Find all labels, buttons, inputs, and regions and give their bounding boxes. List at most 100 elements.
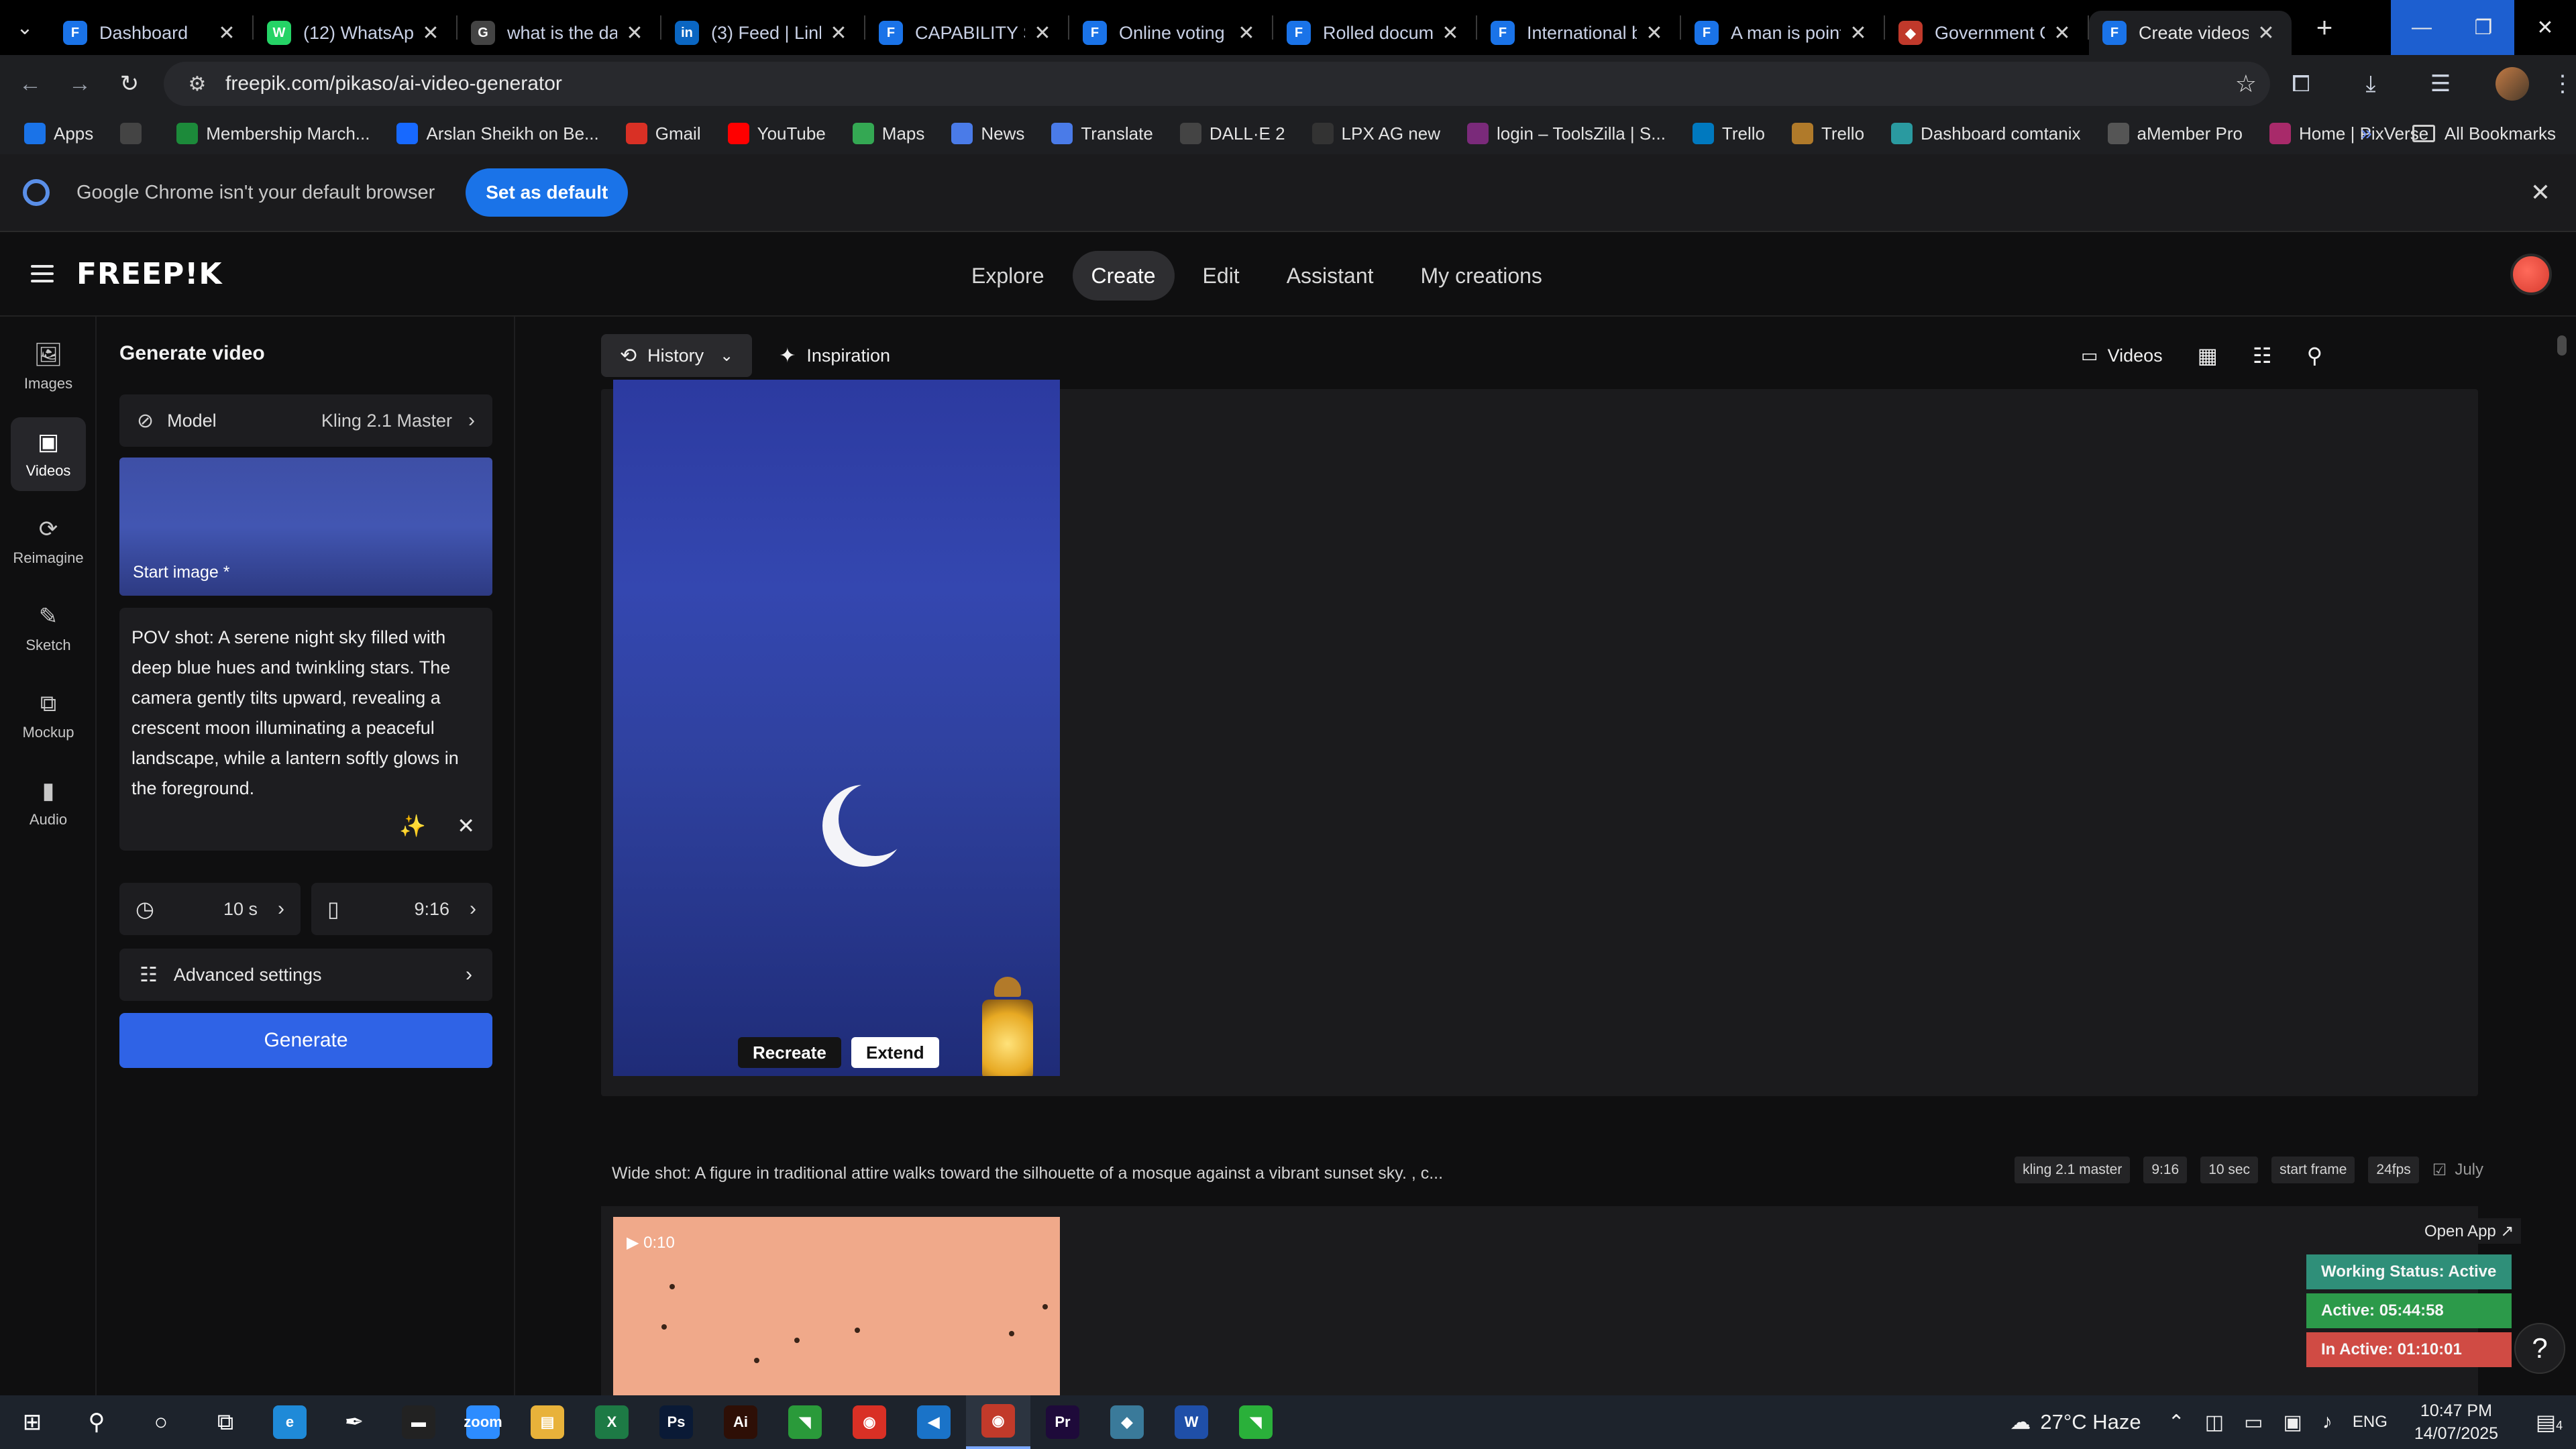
downloads-icon[interactable]: ⤓ [2336, 71, 2406, 97]
tab-close-icon[interactable]: ✕ [1234, 21, 1258, 45]
volume-icon[interactable]: ♪ [2322, 1411, 2332, 1434]
bookmark-item[interactable]: Trello [1692, 123, 1765, 144]
vscode-icon[interactable]: ◀ [902, 1395, 966, 1449]
tab-close-icon[interactable]: ✕ [1846, 21, 1870, 45]
videos-filter[interactable]: ▭ Videos [2081, 345, 2163, 366]
browser-tab[interactable]: F Dashboard ✕ [50, 11, 252, 55]
user-avatar[interactable] [2510, 254, 2552, 295]
prompt-text[interactable]: POV shot: A serene night sky filled with… [131, 623, 480, 804]
restore-button[interactable]: ❐ [2453, 0, 2514, 55]
word-icon[interactable]: W [1159, 1395, 1224, 1449]
reload-button[interactable]: ↻ [105, 59, 154, 109]
open-app-button[interactable]: Open App ↗ [2418, 1218, 2521, 1244]
browser-tab[interactable]: W (12) WhatsApp ✕ [254, 11, 456, 55]
chevron-up-icon[interactable]: ⌃ [2168, 1411, 2185, 1434]
camtasia-icon[interactable]: ◥ [773, 1395, 837, 1449]
bookmarks-more-icon[interactable]: » [2361, 122, 2372, 145]
result-prompt[interactable]: Wide shot: A figure in traditional attir… [612, 1164, 1443, 1183]
close-window-button[interactable]: ✕ [2514, 0, 2576, 55]
scrollbar-thumb[interactable] [2557, 335, 2567, 356]
nav-explore[interactable]: Explore [953, 251, 1063, 301]
rail-item-reimagine[interactable]: ⟳ Reimagine [11, 504, 86, 578]
browser-tab[interactable]: F A man is point ✕ [1681, 11, 1884, 55]
video-result-thumbnail[interactable]: Recreate Extend [613, 380, 1060, 1076]
browser-tab[interactable]: Gwhat is the dat ✕ [458, 11, 660, 55]
all-bookmarks-button[interactable]: All Bookmarks [2412, 123, 2556, 144]
tab-close-icon[interactable]: ✕ [826, 21, 851, 45]
rail-item-audio[interactable]: ▮ Audio [11, 766, 86, 840]
tab-search-button[interactable]: ⌄ [0, 0, 50, 55]
nav-create[interactable]: Create [1072, 251, 1175, 301]
photoshop-icon[interactable]: Ps [644, 1395, 708, 1449]
bookmark-item[interactable]: Apps [24, 123, 93, 144]
app-icon[interactable]: ◆ [1095, 1395, 1159, 1449]
start-image-thumbnail[interactable]: Start image * [119, 458, 492, 596]
file-explorer-icon[interactable]: ▤ [515, 1395, 580, 1449]
browser-tab[interactable]: F CAPABILITY ST✕ [865, 11, 1068, 55]
cortana-icon[interactable]: ○ [129, 1395, 193, 1449]
pen-icon[interactable]: ✒ [322, 1395, 386, 1449]
bookmark-item[interactable]: aMember Pro [2107, 123, 2243, 144]
set-as-default-button[interactable]: Set as default [466, 168, 629, 217]
back-button[interactable]: ← [5, 59, 55, 109]
bookmark-item[interactable]: News [951, 123, 1024, 144]
bookmark-item[interactable]: LPX AG new [1311, 123, 1440, 144]
chrome-icon[interactable]: ◉ [837, 1395, 902, 1449]
bookmark-item[interactable]: Gmail [625, 123, 701, 144]
search-icon[interactable]: ⚲ [2307, 343, 2322, 368]
start-button[interactable]: ⊞ [0, 1395, 64, 1449]
new-tab-button[interactable]: + [2301, 11, 2348, 44]
tab-close-icon[interactable]: ✕ [1030, 21, 1055, 45]
bookmark-item[interactable]: Arslan Sheikh on Be... [396, 123, 599, 144]
model-selector[interactable]: ⊘ Model Kling 2.1 Master › [119, 394, 492, 447]
browser-tab[interactable]: F Online voting ✕ [1069, 11, 1272, 55]
rail-item-mockup[interactable]: ⧉ Mockup [11, 679, 86, 753]
tab-close-icon[interactable]: ✕ [623, 21, 647, 45]
tab-close-icon[interactable]: ✕ [419, 21, 443, 45]
bookmark-item[interactable]: DALL·E 2 [1179, 123, 1285, 144]
infobar-close-icon[interactable]: ✕ [2530, 178, 2551, 207]
chrome-menu-icon[interactable]: ⋮ [2549, 70, 2576, 97]
history-dropdown[interactable]: ⟲ History ⌄ [601, 334, 753, 377]
help-icon[interactable]: ? [2514, 1323, 2565, 1374]
nav-edit[interactable]: Edit [1184, 251, 1258, 301]
inspiration-button[interactable]: ✦ Inspiration [779, 344, 890, 368]
forward-button[interactable]: → [55, 59, 105, 109]
browser-tab[interactable]: ◆ Government C ✕ [1885, 11, 2088, 55]
weather-widget[interactable]: ☁ 27°C Haze [2010, 1410, 2141, 1434]
bookmark-item[interactable]: Membership March... [176, 123, 370, 144]
site-info-icon[interactable]: ⚙ [184, 70, 211, 97]
excel-icon[interactable]: X [580, 1395, 644, 1449]
clock[interactable]: 10:47 PM 14/07/2025 [2414, 1399, 2498, 1445]
generate-button[interactable]: Generate [119, 1013, 492, 1068]
bookmark-item[interactable]: Maps [852, 123, 924, 144]
browser-tab[interactable]: F Create videos ✕ [2089, 11, 2292, 55]
checkbox-icon[interactable]: ☑ [2432, 1161, 2447, 1180]
bookmark-item[interactable]: YouTube [727, 123, 826, 144]
chrome-profile-icon[interactable]: ◉ [966, 1395, 1030, 1449]
bookmark-item[interactable]: Translate [1051, 123, 1153, 144]
terminal-icon[interactable]: ▬ [386, 1395, 451, 1449]
bookmark-item[interactable]: Trello [1791, 123, 1864, 144]
duration-selector[interactable]: ◷ 10 s › [119, 883, 301, 935]
bookmark-item[interactable]: Dashboard comtanix [1891, 123, 2081, 144]
hamburger-menu-icon[interactable] [31, 265, 54, 282]
magic-wand-icon[interactable]: ✨ [399, 813, 426, 839]
filter-sliders-icon[interactable]: ☷ [2253, 343, 2272, 368]
zoom-icon[interactable]: zoom [451, 1395, 515, 1449]
notification-center-icon[interactable]: ▤4 [2522, 1409, 2576, 1435]
tab-close-icon[interactable]: ✕ [1438, 21, 1462, 45]
camtasia-recorder-icon[interactable]: ◥ [1224, 1395, 1288, 1449]
video-result-thumbnail[interactable]: ▶ 0:10 [613, 1217, 1060, 1417]
reading-list-icon[interactable]: ☰ [2406, 70, 2475, 97]
advanced-settings-button[interactable]: ☷ Advanced settings › [119, 949, 492, 1001]
browser-tab[interactable]: in (3) Feed | Linke✕ [661, 11, 864, 55]
rail-item-images[interactable]: 🖼 Images [11, 330, 86, 404]
prompt-textarea[interactable]: POV shot: A serene night sky filled with… [119, 608, 492, 851]
tab-close-icon[interactable]: ✕ [2254, 21, 2278, 45]
camera-tray-icon[interactable]: ◫ [2205, 1411, 2224, 1434]
extensions-icon[interactable]: ⧠ [2266, 71, 2336, 97]
rail-item-videos[interactable]: ▣ Videos [11, 417, 86, 491]
network-icon[interactable]: ▣ [2284, 1411, 2302, 1434]
aspect-ratio-selector[interactable]: ▯ 9:16 › [311, 883, 492, 935]
